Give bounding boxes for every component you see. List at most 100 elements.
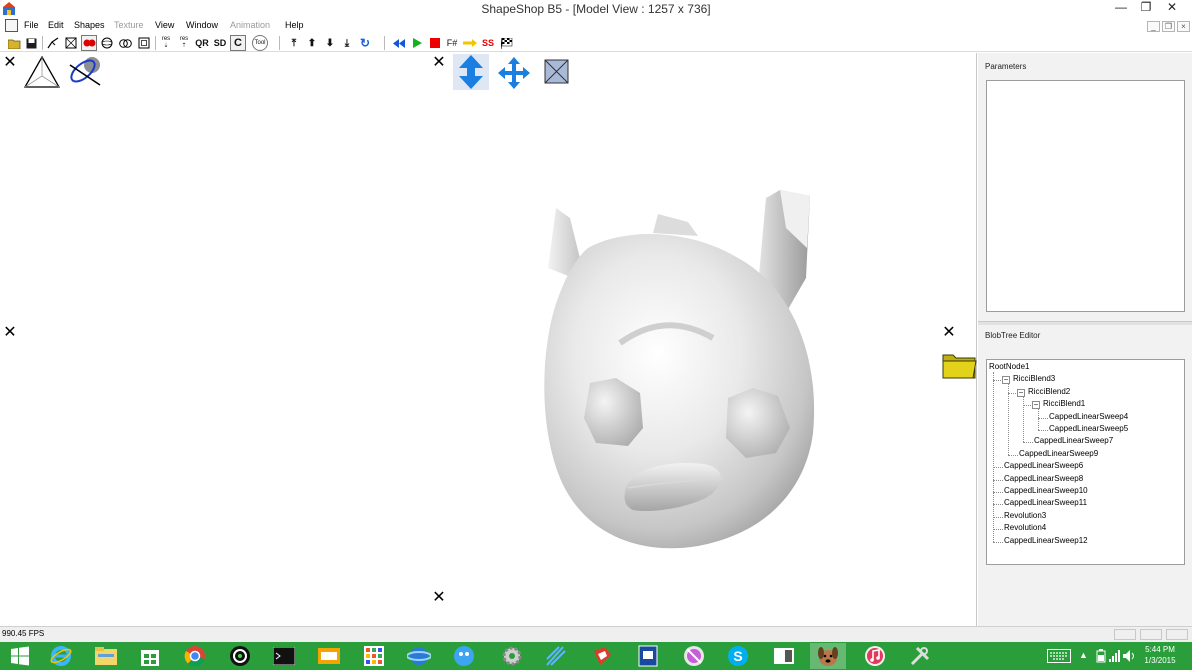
move-to-bottom-icon[interactable]: ⤓ [339,35,355,51]
vertical-translate-icon[interactable] [453,54,489,90]
store-icon[interactable] [132,643,168,669]
tree-node[interactable]: CappedLinearSweep9 [1019,449,1098,458]
tree-collapse-toggle[interactable]: − [1032,401,1040,410]
close-widget-left-icon[interactable]: ✕ [3,324,17,340]
tree-collapse-toggle[interactable]: − [1017,388,1025,397]
document-app-icon[interactable] [630,643,666,669]
scale-box-icon[interactable] [544,59,569,84]
tree-node[interactable]: CappedLinearSweep8 [1004,474,1083,483]
start-button-icon[interactable] [2,643,38,669]
close-widget-top-left-icon[interactable]: ✕ [3,54,17,70]
tree-node[interactable]: CappedLinearSweep12 [1004,536,1088,545]
menu-animation[interactable]: Animation [230,20,270,30]
triangle-view-icon[interactable] [24,56,60,88]
stop-icon[interactable] [427,35,443,51]
model-viewport[interactable]: ✕ ✕ ✕ ✕ ✕ [0,53,977,626]
menu-file[interactable]: File [24,20,39,30]
menu-window[interactable]: Window [186,20,218,30]
window-app-icon[interactable] [766,643,802,669]
move-down-icon[interactable]: ⬇ [322,35,338,51]
checkered-flag-icon[interactable] [499,35,515,51]
color-picker-icon[interactable] [676,643,712,669]
battery-icon[interactable] [1094,649,1108,670]
save-icon[interactable] [23,35,39,51]
tree-node[interactable]: CappedLinearSweep5 [1049,424,1128,433]
tree-node[interactable]: Revolution4 [1004,523,1046,532]
resolution-increase-button[interactable]: res ⇣ [158,35,174,51]
tree-node[interactable]: CappedLinearSweep10 [1004,486,1088,495]
restore-button[interactable]: ❐ [1133,0,1159,16]
frame-number-button[interactable]: F# [444,35,460,51]
c-button[interactable]: C [230,35,246,51]
orbit-rotate-icon[interactable] [66,53,104,87]
sketch-curve-icon[interactable] [45,35,61,51]
tools-icon[interactable] [902,643,938,669]
qr-button[interactable]: QR [194,35,210,51]
volume-icon[interactable] [1122,649,1136,670]
tree-node[interactable]: Revolution3 [1004,511,1046,520]
ss-button[interactable]: SS [480,35,496,51]
command-prompt-icon[interactable] [266,643,302,669]
show-hidden-icons-icon[interactable]: ▲ [1079,650,1088,670]
open-folder-icon[interactable] [6,35,22,51]
crop-box-icon[interactable] [63,35,79,51]
settings-gear-icon[interactable] [494,643,530,669]
grid-app-icon[interactable] [356,643,392,669]
mdi-minimize-button[interactable]: _ [1147,21,1160,32]
folder-icon[interactable] [942,351,977,379]
chrome-icon[interactable] [177,643,213,669]
document-window-icon[interactable] [5,19,18,32]
menu-texture[interactable]: Texture [114,20,144,30]
chat-app-icon[interactable] [446,643,482,669]
tree-node[interactable]: CappedLinearSweep11 [1004,498,1087,507]
globe-app-icon[interactable] [401,643,437,669]
union-shapes-icon[interactable] [117,35,133,51]
move-to-top-icon[interactable]: ⤒ [286,35,302,51]
sphere-primitive-icon[interactable] [99,35,115,51]
file-explorer-icon[interactable] [88,643,124,669]
tree-node[interactable]: RicciBlend3 [1013,374,1055,383]
menu-shapes[interactable]: Shapes [74,20,105,30]
creature-head-model[interactable] [528,188,823,553]
panel-splitter[interactable] [978,321,1192,325]
sketchup-icon[interactable] [584,643,620,669]
tree-collapse-toggle[interactable]: − [1002,376,1010,385]
internet-explorer-icon[interactable] [43,643,79,669]
keyboard-icon[interactable] [1047,649,1071,670]
menu-edit[interactable]: Edit [48,20,64,30]
keyframe-icon[interactable] [462,35,478,51]
tree-node[interactable]: RicciBlend2 [1028,387,1070,396]
tree-node[interactable]: CappedLinearSweep4 [1049,412,1128,421]
tree-node[interactable]: CappedLinearSweep6 [1004,461,1083,470]
tree-node[interactable]: RicciBlend1 [1043,399,1085,408]
java-app-icon[interactable] [311,643,347,669]
rewind-icon[interactable] [391,35,407,51]
tool-button[interactable]: Tool [252,35,268,51]
mdi-restore-button[interactable]: ❐ [1162,21,1175,32]
move-up-icon[interactable]: ⬆ [304,35,320,51]
close-widget-top-center-icon[interactable]: ✕ [432,54,446,70]
minimize-button[interactable]: — [1108,0,1134,16]
menu-view[interactable]: View [155,20,174,30]
parameters-box[interactable] [986,80,1185,312]
move-arrows-icon[interactable] [497,56,531,90]
taskbar-clock[interactable]: 5:44 PM 1/3/2015 [1138,644,1182,666]
close-widget-right-icon[interactable]: ✕ [942,324,956,340]
menu-help[interactable]: Help [285,20,304,30]
mdi-close-button[interactable]: × [1177,21,1190,32]
sd-button[interactable]: SD [212,35,228,51]
redo-icon[interactable]: ↻ [357,35,373,51]
tree-node[interactable]: CappedLinearSweep7 [1034,436,1113,445]
network-icon[interactable] [1108,649,1122,670]
close-button[interactable]: ✕ [1159,0,1185,16]
play-icon[interactable] [409,35,425,51]
paint-app-icon[interactable] [538,643,574,669]
close-widget-bottom-icon[interactable]: ✕ [432,589,446,605]
shapeshop-dog-icon[interactable] [810,643,846,669]
tree-node[interactable]: RootNode1 [989,362,1029,371]
bounding-box-icon[interactable] [136,35,152,51]
media-player-icon[interactable] [222,643,258,669]
resolution-decrease-button[interactable]: res ⇡ [176,35,192,51]
blend-blobs-icon[interactable] [81,35,97,51]
blobtree-editor[interactable]: RootNode1− RicciBlend3− RicciBlend2− RicciB… [986,359,1185,565]
